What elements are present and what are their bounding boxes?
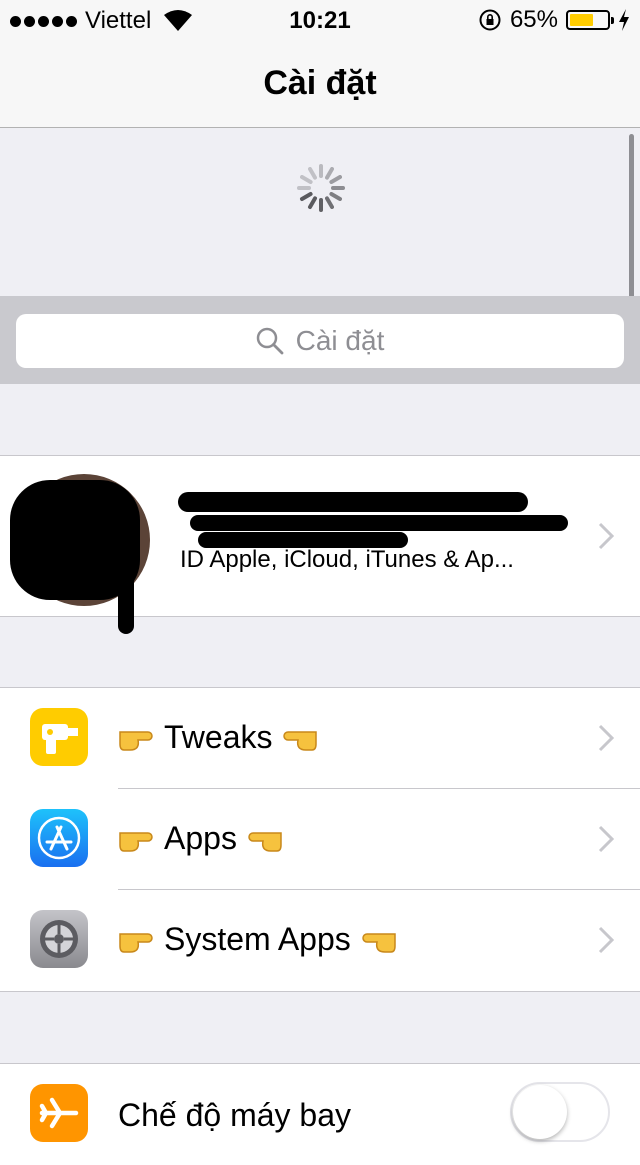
gear-icon: [30, 910, 88, 968]
page-title: Cài đặt: [263, 64, 377, 102]
navigation-bar: Cài đặt: [0, 40, 640, 128]
pointing-left-emoji-icon: [248, 831, 282, 852]
menu-row-apps[interactable]: Apps: [0, 789, 640, 890]
redaction-mark: [118, 560, 134, 634]
row-label-group: Apps: [118, 820, 283, 857]
chevron-right-icon: [598, 724, 614, 752]
airplane-icon: [30, 1084, 88, 1142]
status-right: 65%: [478, 6, 630, 34]
profile-group: ID Apple, iCloud, iTunes & Ap...: [0, 455, 640, 634]
search-icon: [256, 327, 284, 355]
tweaks-group: Tweaks Apps System Apps: [0, 687, 640, 992]
battery-icon: [566, 10, 614, 30]
apple-id-subtitle: ID Apple, iCloud, iTunes & Ap...: [180, 546, 514, 573]
airplane-mode-row: Chế độ máy bay: [0, 1064, 640, 1165]
redaction-mark: [178, 492, 528, 512]
menu-label-apps: Apps: [164, 820, 237, 856]
row-label-group: System Apps: [118, 921, 397, 958]
chevron-right-icon: [598, 522, 614, 550]
status-bar: Viettel 10:21 65%: [0, 0, 640, 40]
search-placeholder: Cài đặt: [295, 325, 385, 356]
pointing-right-emoji-icon: [119, 730, 153, 751]
airplane-mode-toggle[interactable]: [510, 1082, 610, 1142]
chevron-right-icon: [598, 926, 614, 954]
scroll-indicator[interactable]: [629, 134, 634, 318]
battery-level: [570, 14, 593, 26]
battery-percent: 65%: [509, 6, 558, 33]
pointing-left-emoji-icon: [362, 932, 396, 953]
pointing-left-emoji-icon: [283, 730, 318, 751]
redaction-mark: [190, 515, 568, 531]
search-input[interactable]: Cài đặt: [16, 314, 624, 368]
drill-icon: [30, 708, 88, 766]
pointing-right-emoji-icon: [119, 831, 153, 852]
app-store-icon: [30, 809, 88, 867]
menu-row-system-apps[interactable]: System Apps: [0, 890, 640, 991]
toggle-knob: [513, 1085, 567, 1139]
row-label-group: Tweaks: [118, 719, 318, 756]
airplane-mode-label: Chế độ máy bay: [118, 1097, 352, 1133]
menu-label-system-apps: System Apps: [164, 921, 351, 957]
menu-row-tweaks[interactable]: Tweaks: [0, 688, 640, 789]
charging-bolt-icon: [619, 9, 629, 31]
connectivity-group: Chế độ máy bay: [0, 1063, 640, 1165]
chevron-right-icon: [598, 825, 614, 853]
apple-id-row[interactable]: ID Apple, iCloud, iTunes & Ap...: [0, 456, 640, 634]
orientation-lock-icon: [479, 9, 501, 31]
pointing-right-emoji-icon: [119, 932, 153, 953]
menu-label-tweaks: Tweaks: [164, 719, 273, 755]
loading-spinner-icon: [297, 164, 345, 212]
search-bar: Cài đặt: [0, 296, 640, 384]
